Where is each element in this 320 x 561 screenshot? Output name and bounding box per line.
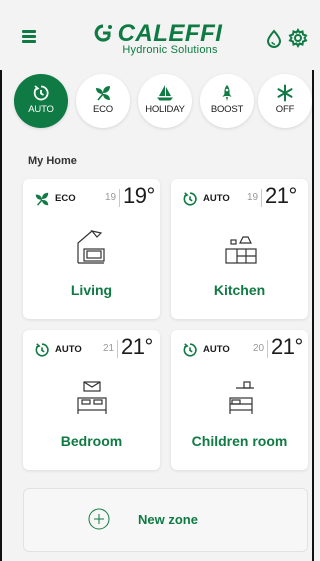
auto-icon (183, 192, 197, 206)
add-icon (88, 508, 110, 530)
mode-label: AUTO (28, 104, 54, 115)
zone-temperature: 21° (121, 334, 153, 359)
zone-card-children-room[interactable]: AUTO 20 21° Children room (171, 330, 308, 470)
mode-button-eco[interactable]: ECO (76, 74, 130, 128)
zone-setpoint: 20 (253, 343, 265, 354)
mode-button-boost[interactable]: BOOST (200, 74, 254, 128)
zone-card-living[interactable]: ECO 19 19° Living (23, 179, 160, 319)
zone-name: Kitchen (213, 282, 266, 298)
bedroom-icon (23, 374, 160, 420)
zone-card-kitchen[interactable]: AUTO 19 21° Kitchen (171, 179, 308, 319)
eco-icon (96, 86, 110, 101)
caleffi-logo-icon (94, 24, 112, 42)
snowflake-icon (277, 84, 293, 102)
water-drop-icon[interactable] (264, 28, 284, 48)
mode-button-off[interactable]: OFF (258, 74, 312, 128)
zone-temperature: 21° (271, 334, 303, 359)
divider (119, 189, 120, 207)
eco-icon (35, 192, 49, 206)
zone-mode-label: ECO (55, 193, 76, 204)
sailboat-icon (157, 85, 173, 101)
new-zone-label: New zone (138, 512, 198, 527)
zone-card-bedroom[interactable]: AUTO 21 21° Bedroom (23, 330, 160, 470)
divider (117, 340, 118, 358)
auto-icon (33, 85, 49, 101)
kitchen-icon (171, 223, 308, 269)
auto-icon (35, 343, 49, 357)
brand-name: CALEFFI (117, 20, 223, 47)
gear-icon[interactable] (288, 28, 308, 48)
mode-label: ECO (93, 104, 113, 115)
zone-setpoint: 21 (103, 343, 115, 354)
mode-button-holiday[interactable]: HOLIDAY (138, 74, 192, 128)
app-header: CALEFFI Hydronic Solutions (0, 0, 314, 70)
mode-label: HOLIDAY (145, 104, 185, 115)
zone-mode-label: AUTO (55, 344, 82, 355)
children-room-icon (171, 374, 308, 420)
zone-setpoint: 19 (105, 192, 117, 203)
zone-mode-label: AUTO (203, 344, 230, 355)
mode-label: OFF (275, 104, 295, 115)
auto-icon (183, 343, 197, 357)
mode-button-auto[interactable]: AUTO (14, 74, 68, 128)
zone-setpoint: 19 (247, 192, 259, 203)
mode-selector: AUTO ECO HOLIDAY BOOST OFF (14, 74, 314, 130)
rocket-icon (222, 85, 232, 101)
divider (261, 189, 262, 207)
new-zone-button[interactable]: New zone (23, 488, 308, 552)
zone-mode-label: AUTO (203, 193, 230, 204)
zone-name: Living (70, 282, 113, 298)
zone-name: Children room (191, 433, 288, 449)
zone-temperature: 21° (265, 183, 297, 208)
living-room-icon (23, 223, 160, 269)
section-title: My Home (28, 155, 77, 167)
mode-label: BOOST (210, 104, 244, 115)
zone-temperature: 19° (123, 183, 155, 208)
zone-name: Bedroom (60, 433, 123, 449)
divider (267, 340, 268, 358)
